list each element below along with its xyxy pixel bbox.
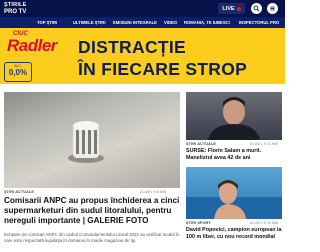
logo-line1: ȘTIRILE — [4, 2, 27, 8]
main-article-category[interactable]: ȘTIRI ACTUALE — [4, 190, 34, 194]
live-dot-icon — [236, 6, 241, 11]
menu-button[interactable] — [267, 3, 278, 14]
portrait-photo-graphic — [208, 97, 260, 140]
main-article-title[interactable]: Comisarii ANPC au propus închiderea a ci… — [4, 196, 180, 226]
side-article-1-image[interactable] — [186, 92, 282, 140]
ad-banner[interactable]: CIUC Radler ALC. 0,0% DISTRACȚIE ÎN FIEC… — [0, 28, 285, 84]
hamburger-icon — [270, 6, 275, 11]
nav-inspectorul-pro[interactable]: INSPECTORUL PRO — [239, 17, 279, 28]
side-article-2-image[interactable] — [186, 167, 282, 219]
drain-photo-graphic — [68, 121, 104, 163]
search-icon — [253, 5, 260, 12]
top-header: ȘTIRILE PRO TV LIVE — [0, 0, 285, 17]
nav-romania-te-iubesc[interactable]: ROMANIA, TE IUBESC! — [184, 17, 230, 28]
swimmer-photo-graphic — [186, 180, 282, 219]
side-article-1-time: ACUM 1 H 21 MIN — [250, 142, 279, 146]
live-label: LIVE — [222, 5, 235, 12]
logo-line2: PRO TV — [4, 9, 27, 15]
main-article-excerpt: Echipele de comisari ANPC din cadrul Com… — [4, 232, 180, 243]
nav-emisiuni-integrale[interactable]: EMISIUNI INTEGRALE — [113, 17, 157, 28]
ad-alcohol-badge: ALC. 0,0% — [4, 62, 32, 82]
side-article-2-title[interactable]: David Popovici, campion european la 100 … — [186, 227, 283, 241]
nav-ultimele-stiri[interactable]: ULTIMELE ȘTIRI — [73, 17, 106, 28]
side-article-2-category[interactable]: ȘTIRI SPORT — [186, 221, 211, 225]
ad-headline-1: DISTRACȚIE — [78, 37, 186, 57]
nav-top-stiri[interactable]: TOP ȘTIRI — [37, 17, 57, 28]
search-button[interactable] — [251, 3, 262, 14]
live-button[interactable]: LIVE — [218, 3, 245, 14]
main-article-time: ACUM 1 H 8 MIN — [140, 190, 167, 194]
main-nav: TOP ȘTIRI ULTIMELE ȘTIRI EMISIUNI INTEGR… — [0, 17, 285, 28]
side-article-1-category[interactable]: ȘTIRI ACTUALE — [186, 142, 216, 146]
ad-alc-value: 0,0% — [8, 68, 28, 77]
ad-headline-2: ÎN FIECARE STROP — [78, 59, 248, 79]
main-article-image[interactable] — [4, 92, 180, 188]
site-logo[interactable]: ȘTIRILE PRO TV — [4, 2, 26, 15]
nav-video[interactable]: VIDEO — [164, 17, 177, 28]
ad-brand: Radler — [7, 36, 57, 55]
side-article-1-title[interactable]: SURSE: Florin Salam a murit. Manelistul … — [186, 148, 283, 162]
side-article-2-time: ACUM 1 H 35 MIN — [250, 221, 279, 225]
